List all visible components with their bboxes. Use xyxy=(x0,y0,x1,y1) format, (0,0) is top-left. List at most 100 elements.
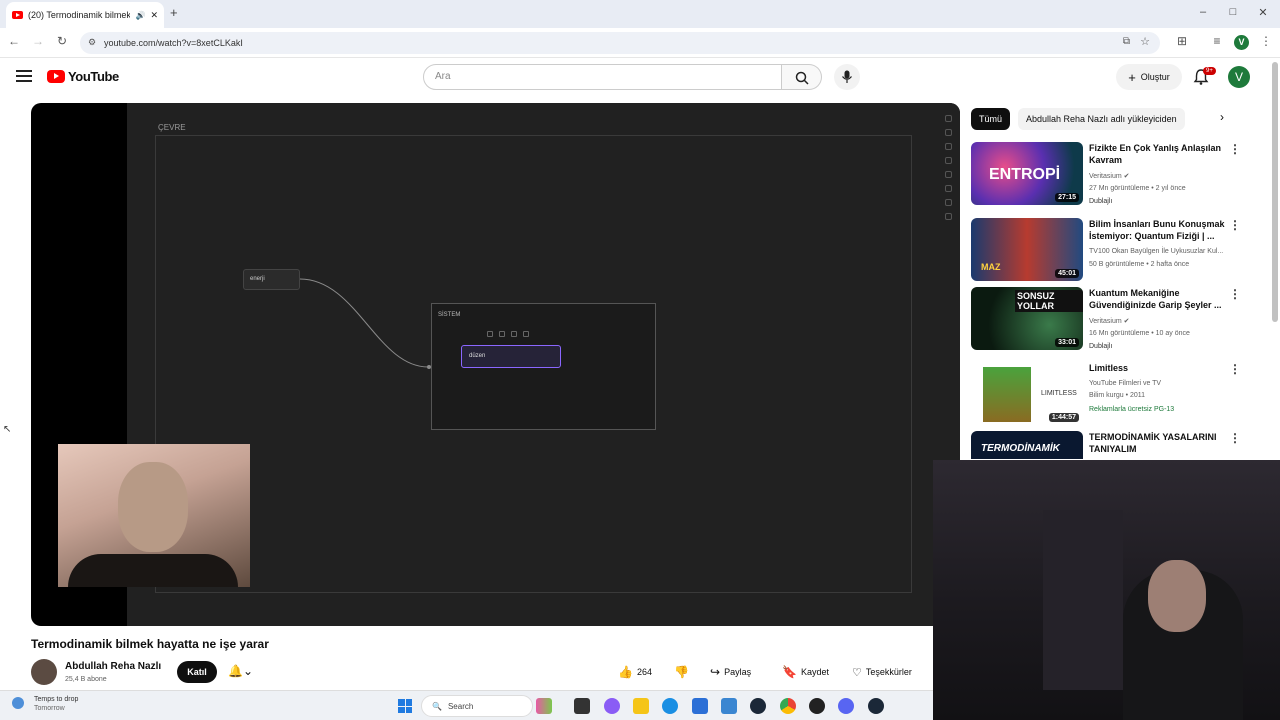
more-options-icon[interactable]: ⋮ xyxy=(1229,287,1241,301)
search-icon xyxy=(795,71,809,85)
browser-tab[interactable]: (20) Termodinamik bilmek i 🔊 ✕ xyxy=(6,2,164,28)
canvas-tool-rail xyxy=(945,115,953,225)
widgets-icon[interactable] xyxy=(536,698,552,714)
chrome-icon[interactable] xyxy=(780,698,796,714)
video-title[interactable]: Bilim İnsanları Bunu Konuşmak İstemiyor:… xyxy=(1089,218,1229,242)
task-view-icon[interactable] xyxy=(574,698,590,714)
taskbar-search[interactable]: 🔍 Search xyxy=(421,695,533,717)
browser-profile-avatar[interactable]: V xyxy=(1234,35,1249,50)
node-toolbar xyxy=(487,331,529,337)
microphone-icon xyxy=(842,70,852,83)
search-input[interactable]: Ara xyxy=(423,64,782,90)
edge-icon[interactable] xyxy=(662,698,678,714)
user-avatar[interactable]: V xyxy=(1228,66,1250,88)
file-explorer-icon[interactable] xyxy=(633,698,649,714)
video-title[interactable]: TERMODİNAMİK YASALARINI TANIYALIM xyxy=(1089,431,1219,455)
copilot-icon[interactable] xyxy=(604,698,620,714)
thumbnail[interactable]: MAZ 45:01 xyxy=(971,218,1083,281)
search-icon: 🔍 xyxy=(432,701,442,711)
video-meta: 27 Mn görüntüleme • 2 yıl önce xyxy=(1089,185,1186,192)
steam-icon[interactable] xyxy=(750,698,766,714)
recommendation-item[interactable]: ENTROPİ 27:15 Fizikte En Çok Yanlış Anla… xyxy=(971,142,1261,206)
more-options-icon[interactable]: ⋮ xyxy=(1229,218,1241,232)
recommendation-item[interactable]: LIMITLESS 1:44:57 Limitless YouTube Film… xyxy=(971,362,1261,426)
new-tab-button[interactable]: + xyxy=(170,5,178,20)
weather-subtitle: Tomorrow xyxy=(34,705,65,712)
store-icon[interactable] xyxy=(692,698,708,714)
chevron-right-icon[interactable]: › xyxy=(1212,110,1232,130)
thumbnail[interactable]: LIMITLESS 1:44:57 xyxy=(971,362,1083,425)
video-title: Termodinamik bilmek hayatta ne işe yarar xyxy=(31,637,269,651)
windows-start-icon[interactable] xyxy=(398,699,412,713)
extensions-icon[interactable]: ⊞ xyxy=(1174,34,1190,48)
maximize-icon[interactable]: □ xyxy=(1226,6,1240,18)
thumbnail[interactable]: SONSUZ YOLLAR 33:01 xyxy=(971,287,1083,350)
channel-name[interactable]: TV100 Okan Bayülgen İle Uykusuzlar Kul..… xyxy=(1089,248,1223,255)
logo-text: YouTube xyxy=(68,69,119,84)
bookmark-star-icon[interactable]: ☆ xyxy=(1140,35,1150,48)
more-options-icon[interactable]: ⋮ xyxy=(1229,431,1241,445)
forward-icon[interactable]: → xyxy=(30,34,46,48)
obs-icon[interactable] xyxy=(809,698,825,714)
video-title[interactable]: Kuantum Mekaniğine Güvendiğinizde Garip … xyxy=(1089,287,1229,311)
recommendation-item[interactable]: TERMODİNAMİK TERMODİNAMİK YASALARINI TAN… xyxy=(971,431,1261,459)
join-button[interactable]: Katıl xyxy=(177,661,217,683)
thumbnail[interactable]: ENTROPİ 27:15 xyxy=(971,142,1083,205)
thumbs-down-icon: 👎 xyxy=(674,665,689,679)
screen-share-canvas: ÇEVRE enerji SİSTEM düzen xyxy=(127,103,960,626)
youtube-play-icon xyxy=(47,70,65,83)
verified-icon: ✔ xyxy=(1123,173,1130,180)
search-button[interactable] xyxy=(782,64,822,90)
close-window-icon[interactable]: ✕ xyxy=(1256,6,1270,19)
address-bar[interactable]: ⚙ youtube.com/watch?v=8xetCLKakI ⧉ ☆ xyxy=(80,32,1160,54)
more-options-icon[interactable]: ⋮ xyxy=(1229,362,1241,376)
chrome-menu-icon[interactable]: ⋮ xyxy=(1258,34,1274,48)
windows-taskbar: Temps to drop Tomorrow 🔍 Search xyxy=(0,690,933,720)
dislike-button[interactable]: 👎 xyxy=(668,661,695,683)
back-icon[interactable]: ← xyxy=(6,34,22,48)
url-text: youtube.com/watch?v=8xetCLKakI xyxy=(104,38,243,48)
system-box: SİSTEM düzen xyxy=(431,303,656,430)
save-button[interactable]: 🔖 Kaydet xyxy=(776,661,835,683)
video-title[interactable]: Fizikte En Çok Yanlış Anlaşılan Kavram xyxy=(1089,142,1229,166)
thumbs-up-icon: 👍 xyxy=(618,665,633,679)
thumbnail[interactable]: TERMODİNAMİK xyxy=(971,431,1083,459)
page-scrollbar[interactable] xyxy=(1272,62,1278,322)
youtube-logo[interactable]: YouTube xyxy=(47,69,119,84)
channel-avatar[interactable] xyxy=(31,659,57,685)
subscriber-count: 25,4 B abone xyxy=(65,676,107,683)
share-button[interactable]: ↪ Paylaş xyxy=(704,661,757,683)
recommendation-item[interactable]: MAZ 45:01 Bilim İnsanları Bunu Konuşmak … xyxy=(971,218,1261,282)
tab-close-icon[interactable]: ✕ xyxy=(150,10,158,21)
thanks-button[interactable]: ♡ Teşekkürler xyxy=(846,661,918,683)
video-meta: 16 Mn görüntüleme • 10 ay önce xyxy=(1089,330,1190,337)
steam-icon[interactable] xyxy=(868,698,884,714)
hamburger-menu-icon[interactable] xyxy=(16,70,32,82)
like-button[interactable]: 👍 264 xyxy=(612,661,658,683)
verified-icon: ✔ xyxy=(1123,318,1130,325)
more-options-icon[interactable]: ⋮ xyxy=(1229,142,1241,156)
system-label: SİSTEM xyxy=(438,312,461,318)
reload-icon[interactable]: ↻ xyxy=(54,34,70,48)
chip-all[interactable]: Tümü xyxy=(971,108,1011,130)
video-title[interactable]: Limitless xyxy=(1089,362,1229,374)
channel-name[interactable]: Veritasium ✔ xyxy=(1089,317,1130,325)
share-label: Paylaş xyxy=(724,667,752,677)
create-button[interactable]: + Oluştur xyxy=(1116,64,1182,90)
channel-name[interactable]: YouTube Filmleri ve TV xyxy=(1089,380,1161,387)
channel-name[interactable]: Abdullah Reha Nazlı xyxy=(65,661,161,672)
app-icon[interactable] xyxy=(721,698,737,714)
recommendation-item[interactable]: SONSUZ YOLLAR 33:01 Kuantum Mekaniğine G… xyxy=(971,287,1261,351)
minimize-icon[interactable]: – xyxy=(1196,6,1210,18)
voice-search-button[interactable] xyxy=(834,64,860,90)
site-info-icon[interactable]: ⚙ xyxy=(88,37,96,48)
thumb-text: LIMITLESS xyxy=(1041,390,1077,397)
chip-uploader[interactable]: Abdullah Reha Nazlı adlı yükleyiciden xyxy=(1018,108,1185,130)
install-icon[interactable]: ⧉ xyxy=(1123,36,1130,47)
subscribe-bell-icon[interactable]: 🔔⌄ xyxy=(228,664,253,678)
reading-list-icon[interactable]: ≡ xyxy=(1209,34,1225,48)
free-with-ads-badge: Reklamlarla ücretsiz PG-13 xyxy=(1089,406,1175,413)
tab-title: (20) Termodinamik bilmek i xyxy=(28,10,131,20)
discord-icon[interactable] xyxy=(838,698,854,714)
channel-name[interactable]: Veritasium ✔ xyxy=(1089,172,1130,180)
